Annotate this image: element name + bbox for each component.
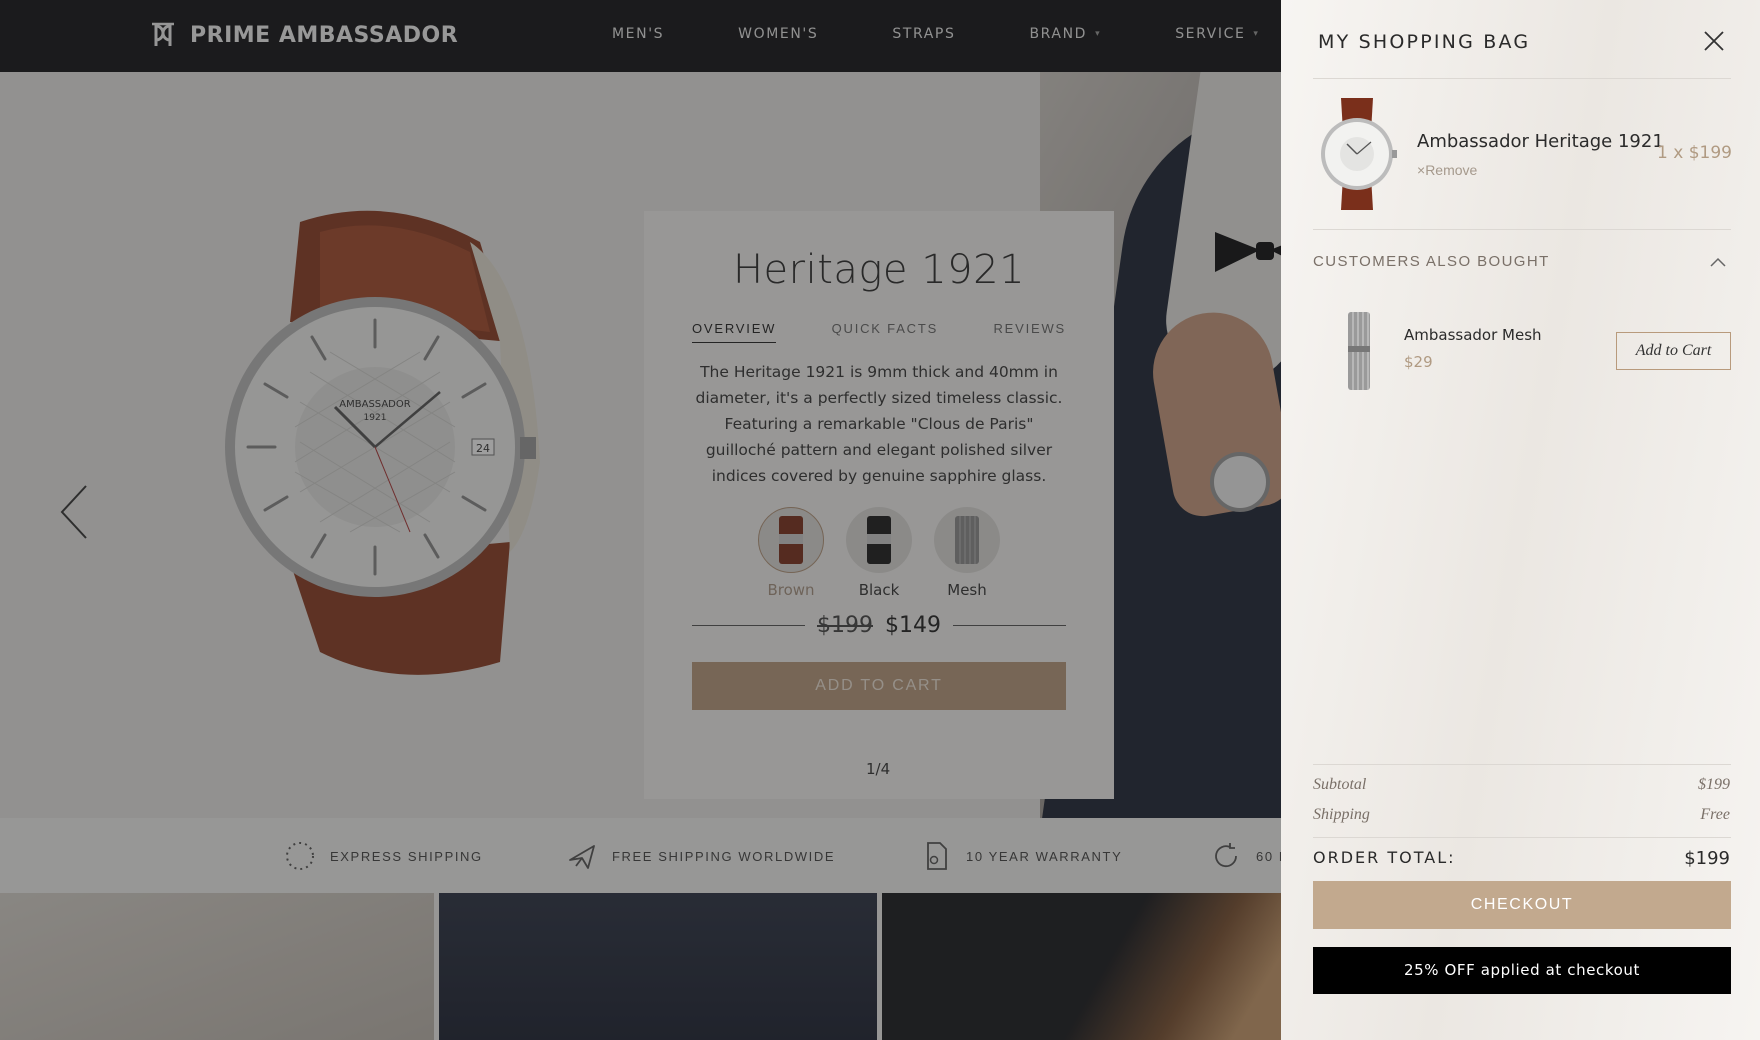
promo-banner: 25% OFF applied at checkout: [1313, 947, 1731, 994]
order-total-label: ORDER TOTAL:: [1313, 848, 1456, 867]
mesh-strap-thumbnail: [1348, 312, 1370, 390]
also-bought-heading: CUSTOMERS ALSO BOUGHT: [1313, 253, 1550, 270]
shipping-label: Shipping: [1313, 806, 1370, 823]
remove-label: Remove: [1425, 162, 1478, 178]
shopping-bag-drawer: MY SHOPPING BAG Ambassador Heritage 1921…: [1281, 0, 1760, 1040]
also-bought-add-to-cart-button[interactable]: Add to Cart: [1616, 332, 1731, 370]
subtotal-value: $199: [1698, 776, 1730, 793]
drawer-title: MY SHOPPING BAG: [1318, 31, 1531, 53]
also-bought-price: $29: [1404, 353, 1433, 371]
divider: [1313, 837, 1731, 838]
divider: [1313, 229, 1731, 230]
close-icon[interactable]: [1701, 28, 1727, 54]
cart-item-name: Ambassador Heritage 1921: [1417, 131, 1664, 152]
order-total-value: $199: [1684, 848, 1730, 869]
shipping-value: Free: [1700, 806, 1730, 823]
divider: [1313, 764, 1731, 765]
cart-item-thumbnail: [1321, 98, 1397, 210]
cart-item-quantity-price: 1 x $199: [1657, 143, 1732, 163]
cart-item-remove-link[interactable]: ×Remove: [1417, 162, 1477, 178]
checkout-button[interactable]: CHECKOUT: [1313, 881, 1731, 929]
remove-x-icon: ×: [1417, 162, 1426, 178]
divider: [1313, 78, 1731, 79]
also-bought-name: Ambassador Mesh: [1404, 326, 1542, 344]
subtotal-label: Subtotal: [1313, 776, 1367, 793]
chevron-up-icon[interactable]: [1709, 256, 1727, 268]
